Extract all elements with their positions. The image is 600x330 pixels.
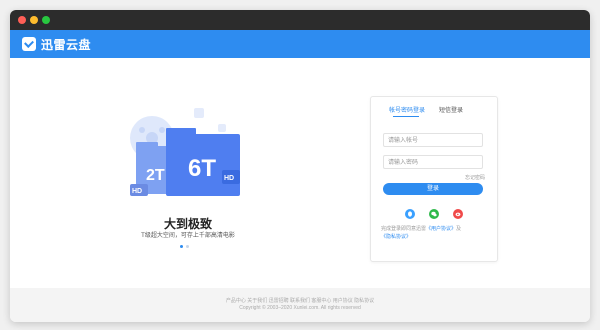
brand-name: 迅雷云盘 bbox=[41, 37, 92, 52]
qq-login-icon[interactable] bbox=[405, 209, 415, 219]
app-header: 迅雷云盘 bbox=[10, 30, 590, 58]
footer-copyright: Copyright © 2003–2020 Xunlei.com. All ri… bbox=[239, 305, 361, 311]
account-input[interactable]: 请输入帐号 bbox=[383, 133, 483, 147]
promo-illustration: 2T HD 6T HD bbox=[130, 108, 240, 196]
xunlei-logo-icon bbox=[22, 37, 36, 51]
privacy-agreement-link[interactable]: 《隐私协议》 bbox=[381, 234, 411, 240]
carousel-dot-1[interactable] bbox=[180, 245, 183, 248]
svg-text:HD: HD bbox=[224, 175, 234, 182]
promo-subtitle: T级超大空间，可存上千部高清电影 bbox=[141, 233, 235, 239]
badge-6t: 6T bbox=[188, 155, 216, 182]
maximize-window-button[interactable] bbox=[42, 16, 50, 24]
password-input[interactable]: 请输入密码 bbox=[383, 155, 483, 169]
decor-square bbox=[194, 108, 204, 118]
active-tab-indicator bbox=[393, 116, 419, 117]
forgot-password-link[interactable]: 忘记密码 bbox=[465, 174, 485, 181]
svg-text:HD: HD bbox=[132, 188, 142, 195]
tab-sms-login[interactable]: 短信登录 bbox=[439, 105, 463, 114]
page-footer: 产品中心 关于我们 迅雷招聘 联系我们 客服中心 用户协议 隐私协议 Copyr… bbox=[10, 288, 590, 322]
tab-password-login[interactable]: 帐号密码登录 bbox=[389, 105, 425, 114]
minimize-window-button[interactable] bbox=[30, 16, 38, 24]
login-button[interactable]: 登录 bbox=[383, 183, 483, 195]
carousel-indicators bbox=[176, 245, 196, 251]
login-panel: 帐号密码登录 短信登录 请输入帐号 请输入密码 忘记密码 登录 完成登录即同意迅… bbox=[370, 96, 498, 262]
window-titlebar bbox=[10, 10, 590, 30]
user-agreement-link[interactable]: 《用户协议》 bbox=[426, 226, 456, 232]
footer-links[interactable]: 产品中心 关于我们 迅雷招聘 联系我们 客服中心 用户协议 隐私协议 bbox=[10, 297, 590, 304]
wechat-login-icon[interactable] bbox=[429, 209, 439, 219]
app-window: 迅雷云盘 2T HD 6T HD 大到极致 T级超大空间，可存上千部高清电影 帐… bbox=[10, 10, 590, 322]
badge-2t: 2T bbox=[146, 167, 165, 184]
brand-logo[interactable]: 迅雷云盘 bbox=[22, 36, 91, 52]
login-tabs: 帐号密码登录 短信登录 bbox=[371, 97, 497, 121]
weibo-login-icon[interactable] bbox=[453, 209, 463, 219]
close-window-button[interactable] bbox=[18, 16, 26, 24]
carousel-dot-2[interactable] bbox=[186, 245, 189, 248]
agreement-text: 完成登录即同意迅雷《用户协议》及 《隐私协议》 bbox=[381, 226, 462, 240]
